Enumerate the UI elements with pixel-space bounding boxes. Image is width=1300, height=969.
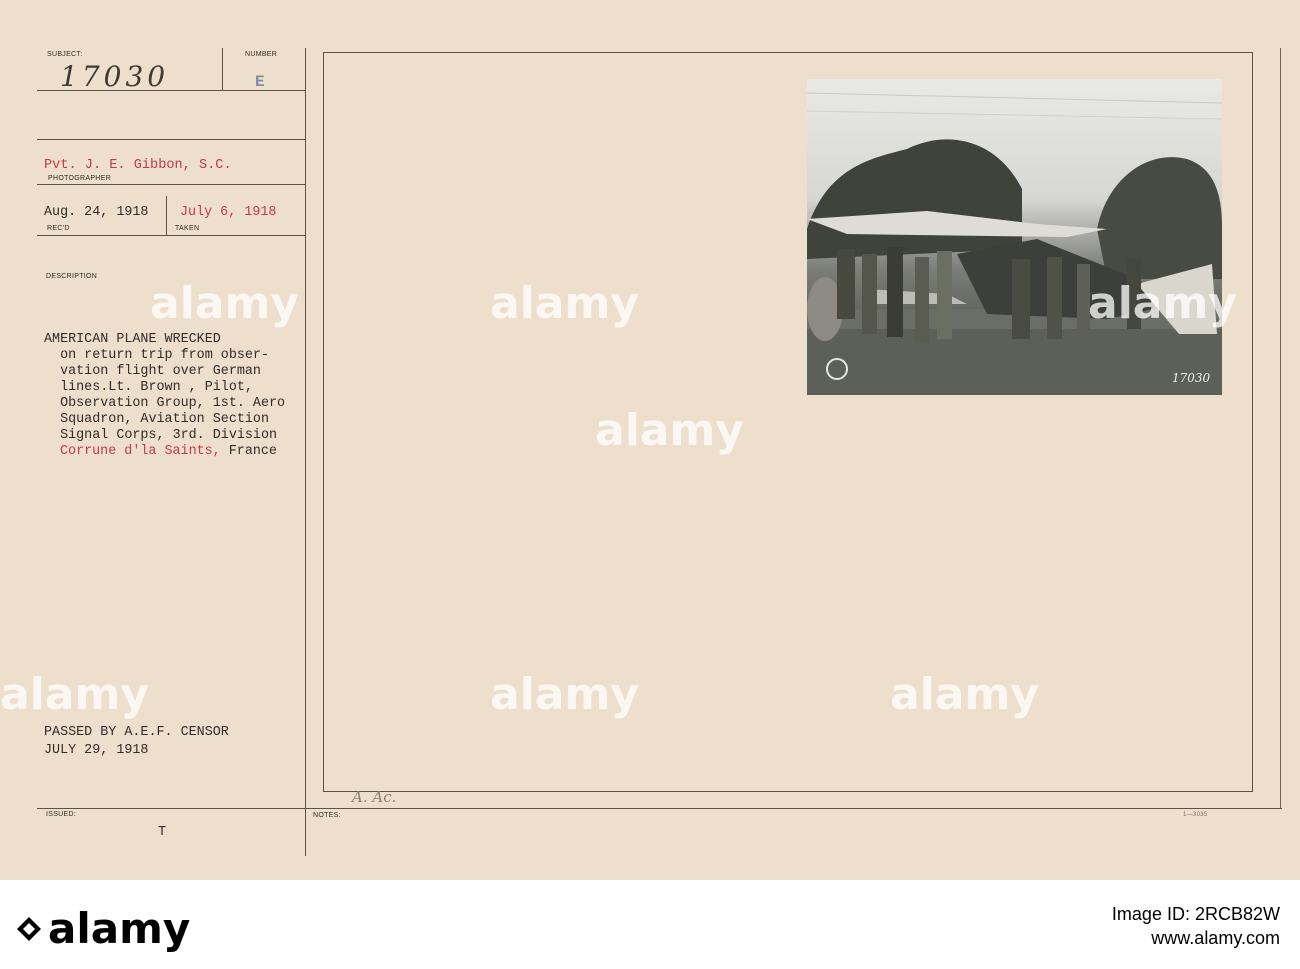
description-line-1: AMERICAN PLANE WRECKED	[44, 332, 221, 347]
location-place: Corrune d'la Saints,	[60, 444, 221, 459]
subject-divider	[222, 48, 223, 91]
taken-date: July 6, 1918	[180, 205, 277, 220]
recd-date: Aug. 24, 1918	[44, 205, 149, 220]
alamy-logo-icon	[17, 917, 41, 941]
historical-photo: 17030	[807, 79, 1222, 395]
dates-rule	[37, 235, 305, 236]
censor-line-2: JULY 29, 1918	[44, 743, 149, 758]
notes-frame-left	[323, 52, 324, 792]
watermark-3: alamy	[1088, 278, 1237, 329]
photographer-top-rule	[37, 139, 305, 140]
notes-handwriting: A. Ac.	[352, 788, 397, 806]
stock-footer: alamy Image ID: 2RCB82W www.alamy.com	[0, 880, 1300, 969]
watermark-7: alamy	[890, 669, 1039, 720]
description-label: DESCRIPTION	[46, 273, 98, 280]
notes-label: NOTES:	[313, 812, 341, 819]
photographer-rule	[37, 184, 305, 185]
image-id: 2RCB82W	[1194, 904, 1280, 924]
photographer-label: PHOTOGRAPHER	[48, 175, 111, 182]
dates-divider	[166, 196, 167, 236]
record-card: SUBJECT: 17030 NUMBER E Pvt. J. E. Gibbo…	[0, 0, 1300, 880]
notes-frame-top	[323, 52, 1253, 53]
watermark-1: alamy	[150, 278, 299, 329]
description-line-6: Squadron, Aviation Section	[44, 412, 269, 427]
issued-value: T	[158, 825, 167, 840]
location-country: France	[220, 444, 277, 459]
form-code: 1—3035	[1183, 812, 1208, 818]
notes-frame-right	[1252, 52, 1253, 792]
location-line: Corrune d'la Saints, France	[60, 444, 277, 460]
issued-label: ISSUED:	[46, 811, 77, 818]
card-right-edge	[1280, 48, 1281, 808]
subject-number: 17030	[60, 60, 170, 93]
watermark-4: alamy	[595, 405, 744, 456]
description-line-5: Observation Group, 1st. Aero	[44, 396, 286, 411]
photo-number: 17030	[1172, 371, 1211, 385]
issued-rule	[37, 808, 1282, 809]
plane-wreck-illustration	[807, 92, 1222, 395]
taken-label: TAKEN	[175, 225, 200, 232]
footer-site: www.alamy.com	[1151, 928, 1280, 948]
footer-brand: alamy	[48, 904, 191, 953]
watermark-2: alamy	[490, 278, 639, 329]
censor-line-1: PASSED BY A.E.F. CENSOR	[44, 725, 229, 740]
recd-label: REC'D	[47, 225, 70, 232]
photographer-value: Pvt. J. E. Gibbon, S.C.	[44, 158, 232, 173]
description-line-7: Signal Corps, 3rd. Division	[44, 428, 278, 443]
footer-info: Image ID: 2RCB82W www.alamy.com	[1112, 902, 1280, 950]
description-line-3: vation flight over German	[44, 364, 261, 379]
image-id-line: Image ID: 2RCB82W	[1112, 902, 1280, 926]
number-value: E	[255, 73, 265, 91]
image-id-label: Image ID:	[1111, 904, 1190, 924]
description-line-2: on return trip from obser-	[44, 348, 269, 363]
description-line-4: lines.Lt. Brown , Pilot,	[44, 380, 253, 395]
watermark-5: alamy	[0, 669, 149, 720]
left-column-border	[305, 48, 306, 856]
watermark-6: alamy	[490, 669, 639, 720]
number-label: NUMBER	[245, 51, 278, 58]
notes-frame-bottom	[323, 791, 1253, 792]
subject-label: SUBJECT:	[47, 51, 83, 58]
